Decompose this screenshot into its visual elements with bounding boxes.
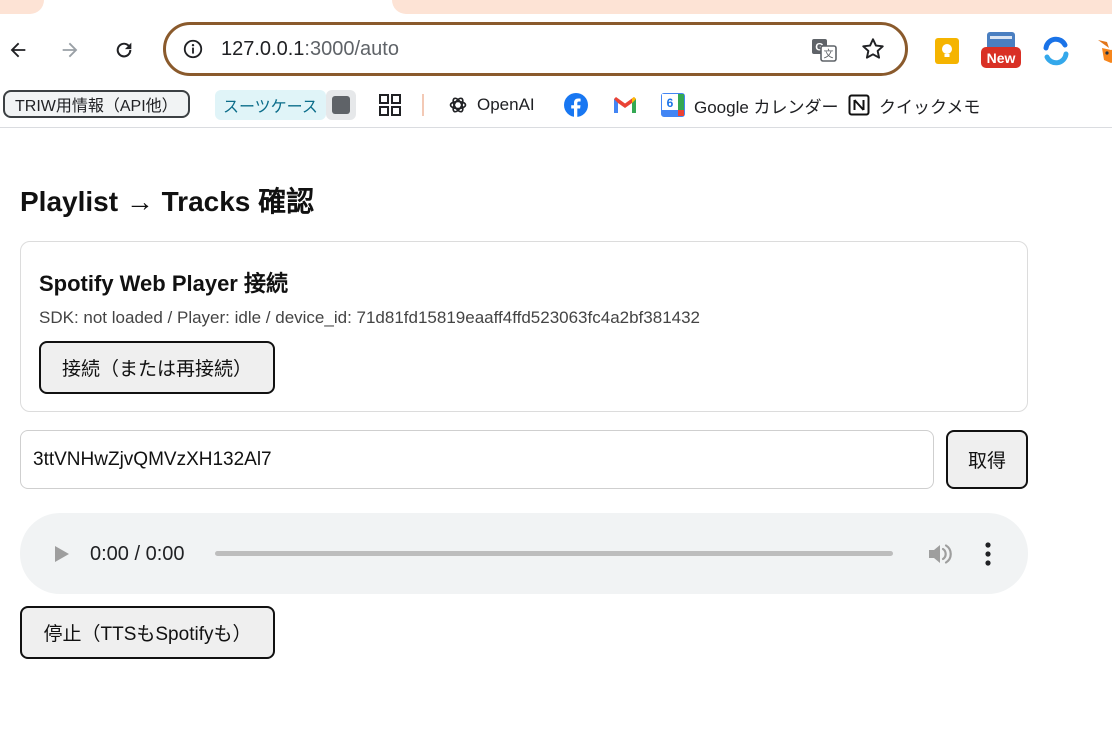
- bookmark-quickmemo-label: クイックメモ: [879, 97, 981, 117]
- site-info-icon[interactable]: [182, 38, 204, 60]
- url-path: :3000/auto: [304, 38, 399, 60]
- player-status-text: SDK: not loaded / Player: idle / device_…: [39, 308, 701, 327]
- tab-strip: [0, 0, 1112, 16]
- bookmark-star-icon[interactable]: [860, 36, 886, 62]
- bookmark-apps[interactable]: [376, 90, 404, 120]
- volume-icon[interactable]: [926, 541, 954, 567]
- bookmark-openai-label: OpenAI: [477, 95, 535, 114]
- notion-icon: [848, 94, 870, 116]
- connect-button[interactable]: 接続（または再接続）: [39, 341, 275, 394]
- url-text[interactable]: 127.0.0.1:3000/auto: [221, 38, 399, 60]
- sync-extension-icon[interactable]: [1041, 36, 1071, 66]
- playlist-id-input[interactable]: [20, 430, 934, 489]
- bookmarks-bar: TRIW用情報（API他） スーツケース OpenAI 6 Google カレン…: [0, 84, 1112, 128]
- address-bar[interactable]: 127.0.0.1:3000/auto G 文: [163, 22, 908, 76]
- keep-extension-icon[interactable]: [932, 36, 962, 66]
- stop-button[interactable]: 停止（TTSもSpotifyも）: [20, 606, 275, 659]
- reload-button[interactable]: [108, 34, 140, 66]
- bookmark-quickmemo[interactable]: クイックメモ: [848, 90, 980, 120]
- translate-icon[interactable]: G 文: [810, 36, 838, 64]
- player-card-title: Spotify Web Player 接続: [39, 271, 288, 296]
- tab-left[interactable]: [0, 0, 44, 14]
- bookmark-separator: [422, 94, 424, 116]
- bookmark-openai[interactable]: OpenAI: [448, 90, 535, 120]
- openai-icon: [449, 97, 467, 113]
- google-calendar-icon: 6: [661, 93, 685, 117]
- google-calendar-day: 6: [667, 96, 674, 110]
- metamask-extension-icon[interactable]: [1096, 36, 1112, 66]
- reload-icon: [116, 42, 132, 58]
- forward-arrow-icon: [62, 42, 78, 58]
- bookmark-square[interactable]: [326, 90, 356, 120]
- page-content: Playlist → Tracks 確認 Spotify Web Player …: [0, 130, 1112, 741]
- audio-time-display: 0:00 / 0:00: [90, 543, 185, 565]
- more-options-icon[interactable]: [978, 540, 998, 568]
- url-host: 127.0.0.1: [221, 38, 305, 60]
- bookmark-google-calendar[interactable]: 6 Google カレンダー: [661, 90, 839, 120]
- forward-button[interactable]: [54, 34, 86, 66]
- bookmark-folder-triw[interactable]: TRIW用情報（API他）: [3, 90, 190, 118]
- apps-grid-icon: [379, 94, 401, 116]
- audio-progress-bar[interactable]: [215, 551, 893, 556]
- audio-player: 0:00 / 0:00: [20, 513, 1028, 594]
- new-badge-extension-icon[interactable]: New: [981, 32, 1021, 70]
- play-icon[interactable]: [50, 543, 72, 565]
- spotify-player-card: Spotify Web Player 接続 SDK: not loaded / …: [20, 241, 1028, 412]
- square-icon: [332, 96, 350, 114]
- bookmark-google-calendar-label: Google カレンダー: [694, 97, 839, 117]
- bookmark-facebook[interactable]: [563, 90, 589, 120]
- svg-text:文: 文: [824, 48, 834, 61]
- bookmark-gmail[interactable]: [612, 90, 638, 120]
- new-badge-label: New: [987, 50, 1016, 66]
- bookmark-suitcase[interactable]: スーツケース: [215, 90, 326, 120]
- gmail-icon: [614, 97, 636, 113]
- tab-active[interactable]: [392, 0, 1112, 14]
- back-button[interactable]: [2, 34, 34, 66]
- fetch-button[interactable]: 取得: [946, 430, 1028, 489]
- browser-toolbar: 127.0.0.1:3000/auto G 文 New: [0, 16, 1112, 84]
- back-arrow-icon: [10, 42, 26, 58]
- facebook-icon: [564, 93, 588, 117]
- page-title: Playlist → Tracks 確認: [20, 186, 315, 217]
